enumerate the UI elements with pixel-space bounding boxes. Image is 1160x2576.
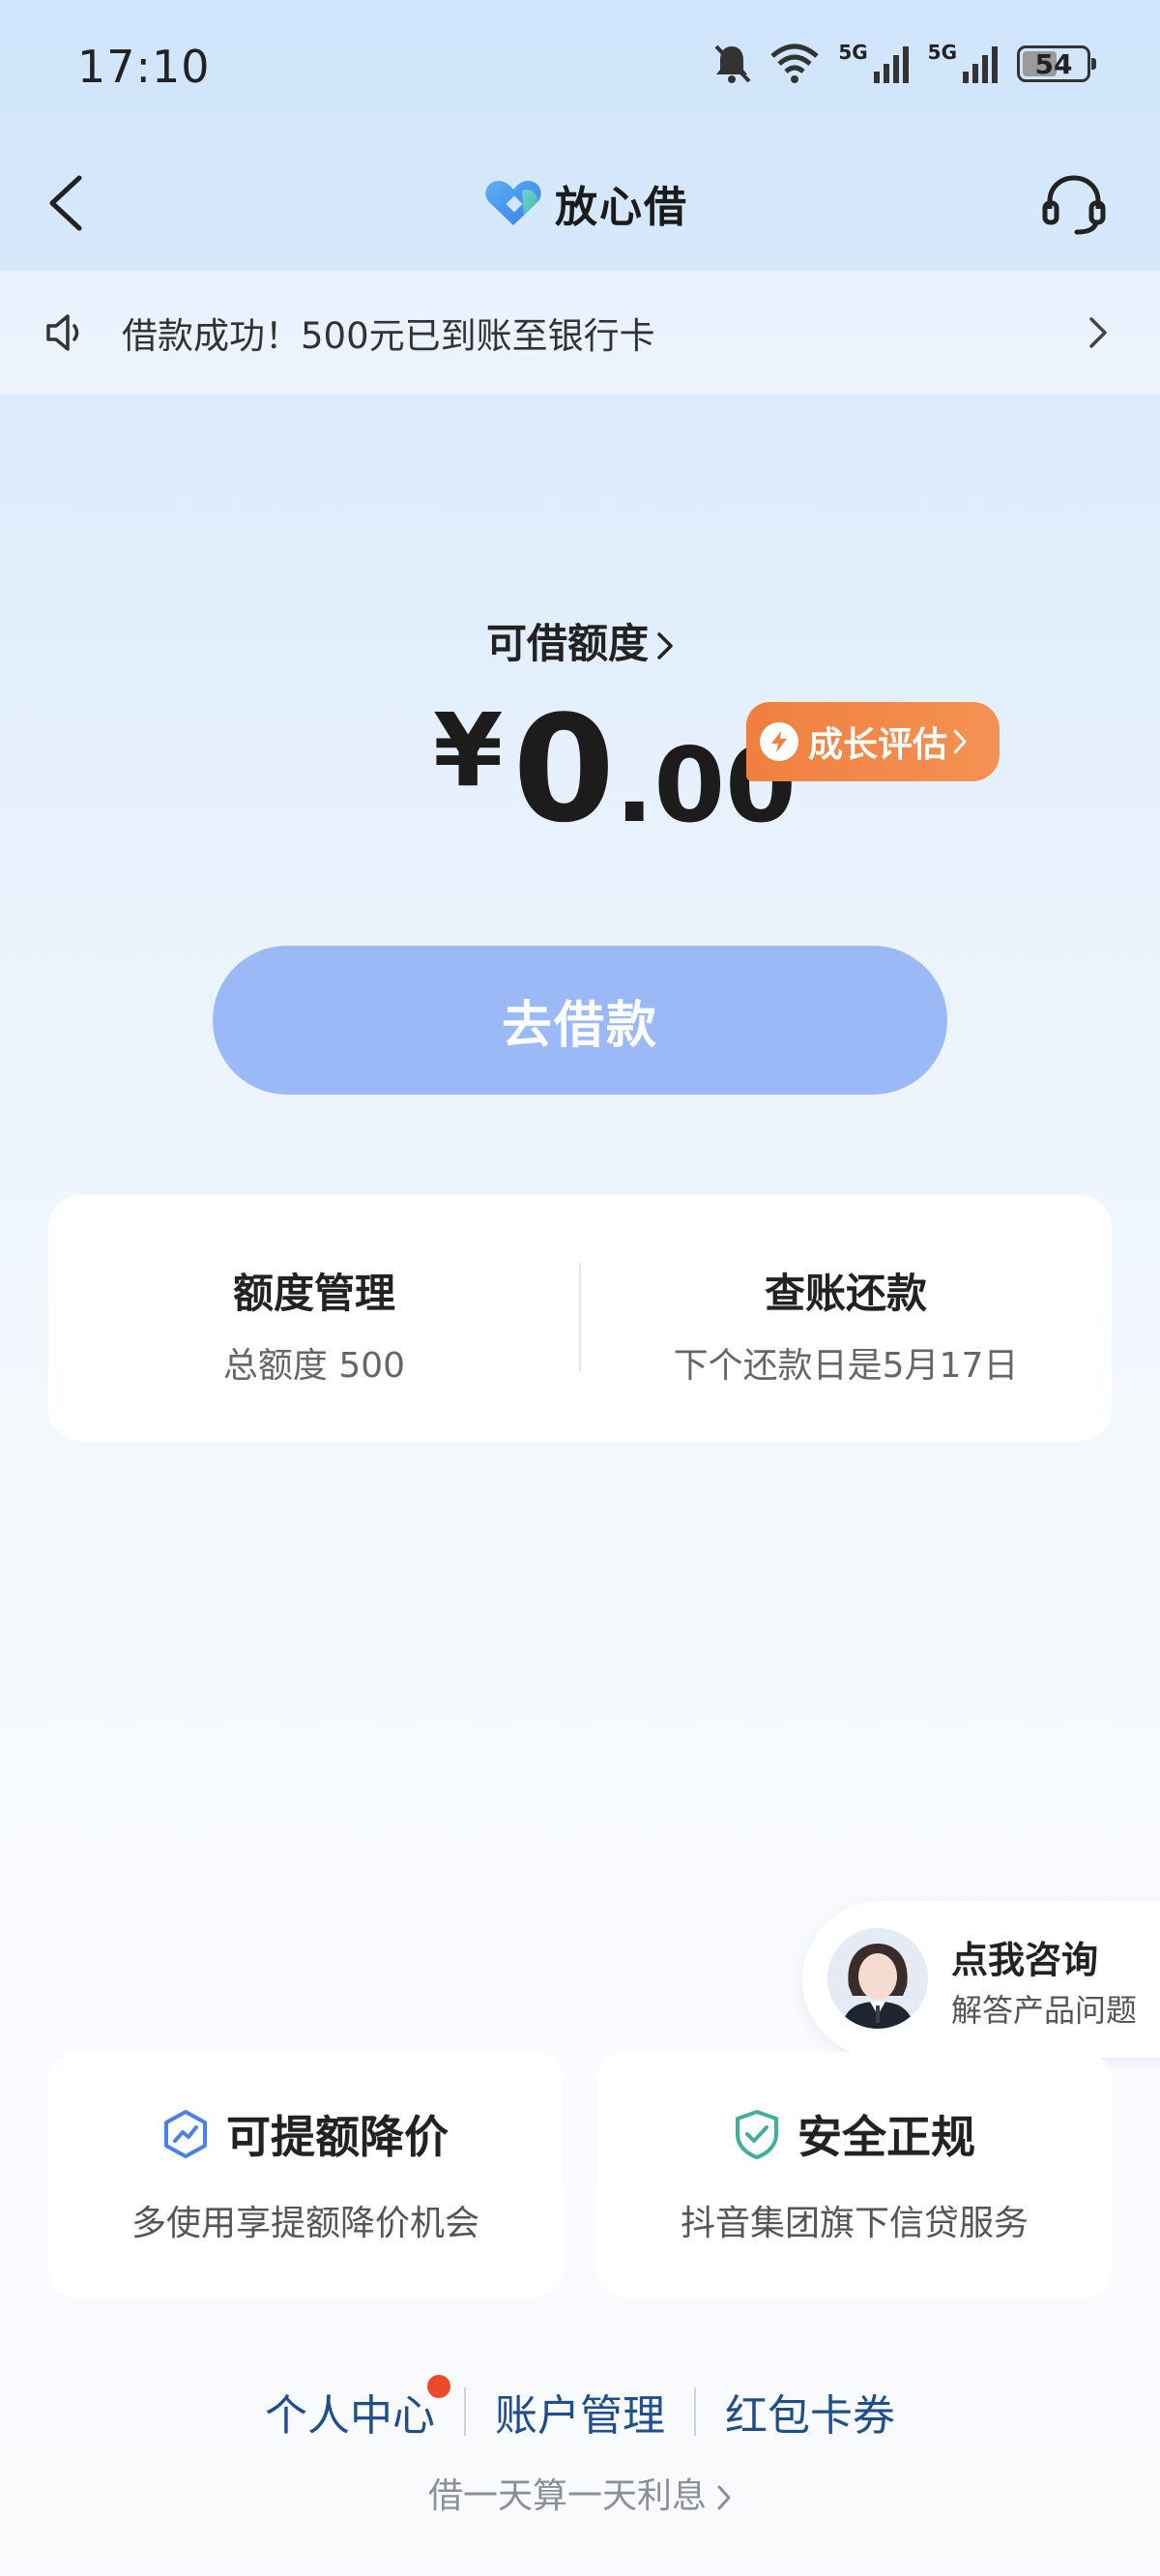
- back-arrow-icon[interactable]: [43, 172, 91, 234]
- brand-name: 放心借: [555, 183, 688, 232]
- feature-title: 可提额降价: [226, 2111, 449, 2163]
- notice-bar[interactable]: 借款成功！500元已到账至银行卡: [0, 271, 1160, 395]
- feature-subtitle: 抖音集团旗下信贷服务: [680, 2204, 1029, 2243]
- growth-assessment-badge[interactable]: 成长评估: [746, 702, 1000, 781]
- currency-symbol: ¥: [433, 691, 504, 809]
- feature-card-raise-limit[interactable]: 可提额降价 多使用享提额降价机会: [48, 2052, 563, 2298]
- mute-icon: [714, 44, 751, 83]
- status-time: 17:10: [77, 41, 211, 93]
- chevron-right-icon: [1089, 317, 1107, 348]
- lightning-icon: [760, 722, 798, 761]
- total-quota-text: 总额度 500: [222, 1346, 406, 1386]
- growth-assessment-label: 成长评估: [808, 725, 948, 765]
- chevron-right-icon: [953, 729, 967, 754]
- chevron-right-icon: [657, 632, 673, 659]
- signal-icon: [963, 46, 998, 83]
- headset-icon[interactable]: [1040, 170, 1108, 238]
- bill-repayment[interactable]: 查账还款 下个还款日是5月17日: [580, 1195, 1112, 1441]
- brand-logo-icon: [485, 181, 541, 225]
- interest-note-text: 借一天算一天利息: [427, 2476, 707, 2516]
- battery-icon: 54: [1017, 45, 1096, 82]
- bill-repayment-title: 查账还款: [764, 1270, 927, 1317]
- quota-management[interactable]: 额度管理 总额度 500: [48, 1195, 580, 1441]
- brand: 放心借: [483, 172, 688, 234]
- wifi-icon: [770, 44, 819, 83]
- speaker-icon: [46, 314, 79, 351]
- notification-dot: [427, 2375, 450, 2398]
- available-amount: ¥ 0 .00: [433, 696, 797, 843]
- borrow-button[interactable]: 去借款: [213, 946, 947, 1095]
- network-label-2: 5G: [927, 41, 957, 64]
- bottom-links: 个人中心 账户管理 红包卡券: [0, 2375, 1160, 2443]
- signal-icon: [873, 46, 909, 83]
- battery-level: 54: [1034, 47, 1073, 80]
- personal-center-label: 个人中心: [265, 2391, 435, 2441]
- consult-subtitle: 解答产品问题: [951, 1992, 1138, 2029]
- feature-subtitle: 多使用享提额降价机会: [130, 2204, 479, 2243]
- network-label-1: 5G: [838, 41, 868, 64]
- agent-avatar: [827, 1928, 928, 2029]
- account-management-link[interactable]: 账户管理: [466, 2381, 694, 2443]
- personal-center-link[interactable]: 个人中心: [236, 2375, 464, 2443]
- feature-card-security[interactable]: 安全正规 抖音集团旗下信贷服务: [597, 2052, 1112, 2298]
- trend-up-icon: [164, 2110, 207, 2158]
- status-icons: 5G 5G 54: [712, 41, 1096, 85]
- notice-text: 借款成功！500元已到账至银行卡: [122, 315, 655, 357]
- shield-check-icon: [736, 2110, 778, 2159]
- feature-title: 安全正规: [798, 2111, 975, 2163]
- interest-note-link[interactable]: 借一天算一天利息: [0, 2468, 1160, 2518]
- coupons-link[interactable]: 红包卡券: [696, 2381, 924, 2443]
- consult-title: 点我咨询: [951, 1939, 1099, 1981]
- amount-integer: 0: [512, 684, 616, 855]
- quota-management-title: 额度管理: [232, 1270, 395, 1317]
- credit-limit-link[interactable]: 可借额度: [0, 611, 1160, 670]
- management-card: 额度管理 总额度 500 查账还款 下个还款日是5月17日: [48, 1195, 1112, 1441]
- credit-limit-label: 可借额度: [485, 620, 649, 667]
- chevron-right-icon: [717, 2485, 731, 2510]
- consult-button[interactable]: 点我咨询 解答产品问题: [802, 1901, 1160, 2058]
- next-repayment-date: 下个还款日是5月17日: [673, 1346, 1019, 1386]
